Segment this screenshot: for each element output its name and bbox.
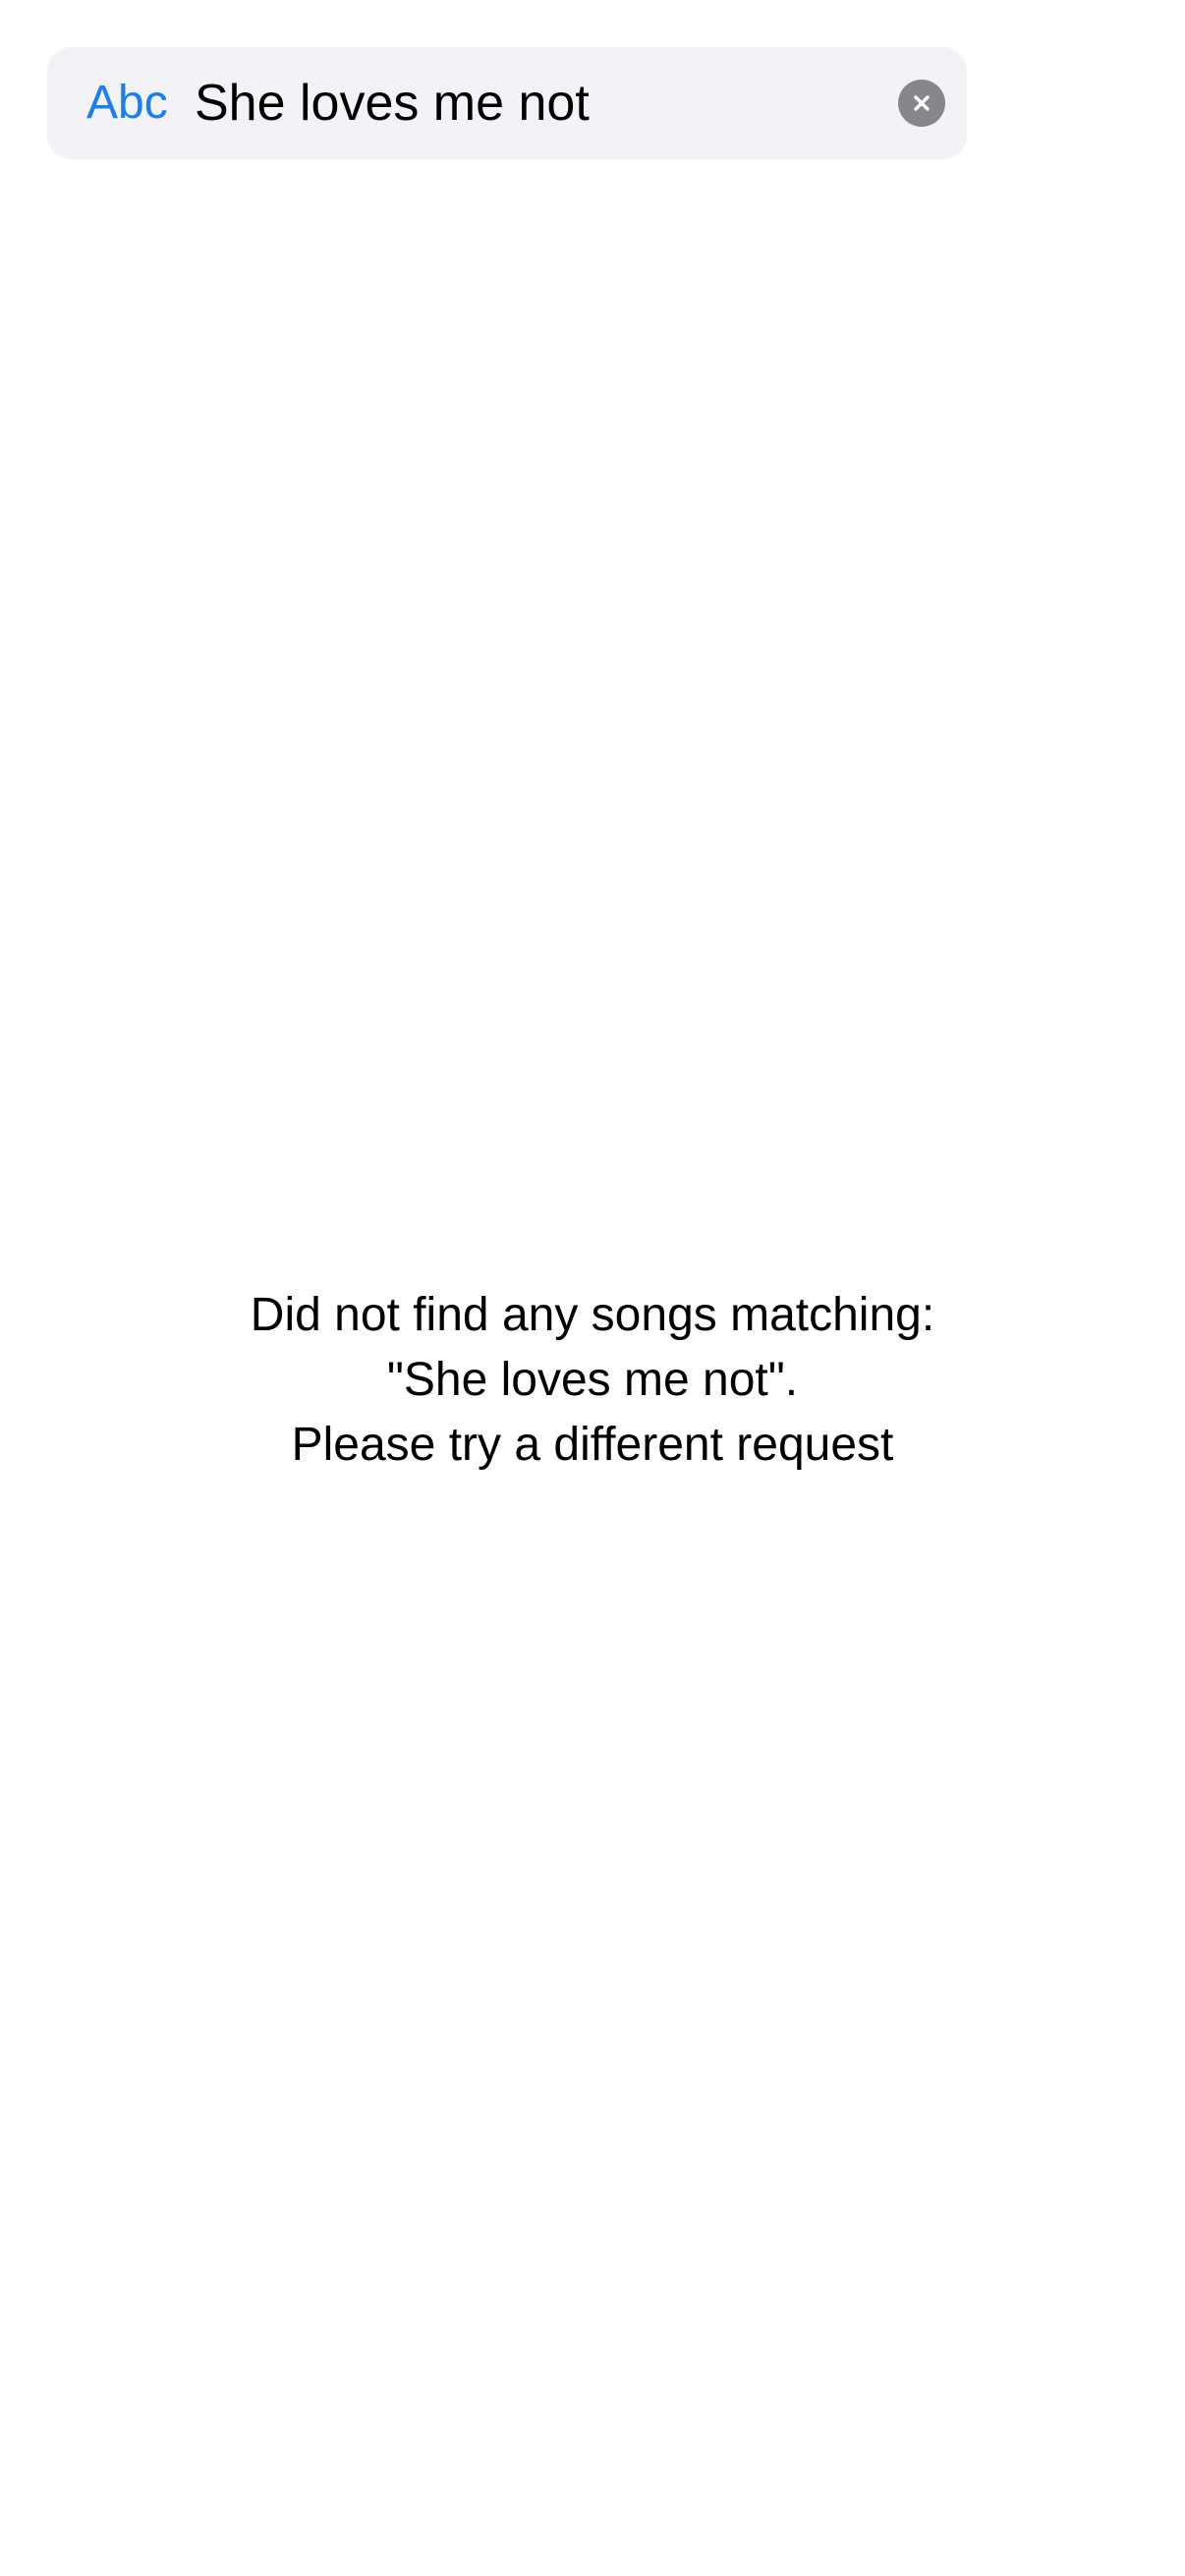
search-input[interactable] — [145, 47, 853, 159]
search-bar[interactable]: Abc — [47, 47, 967, 159]
no-results-query: "She loves me not". — [386, 1354, 799, 1406]
no-results-line-1: Did not find any songs matching: — [250, 1289, 935, 1341]
no-results-hint: Please try a different request — [291, 1419, 894, 1471]
clear-button[interactable] — [898, 80, 945, 127]
no-results-message: Did not find any songs matching: "She lo… — [0, 1283, 1185, 1478]
clear-icon — [914, 95, 930, 111]
